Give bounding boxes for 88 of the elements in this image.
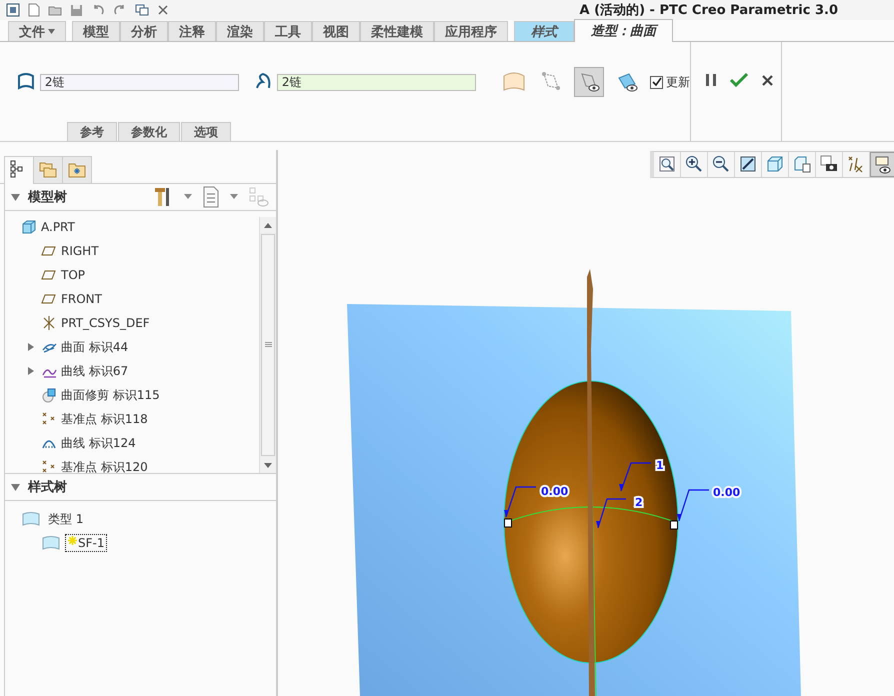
save-icon[interactable] <box>70 4 83 16</box>
windows-icon[interactable] <box>135 4 149 16</box>
annotation-display-icon <box>874 155 894 175</box>
dropdown-caret-icon[interactable] <box>230 194 238 200</box>
close-icon <box>761 74 774 86</box>
close-icon[interactable] <box>157 4 169 16</box>
ribbon-tab[interactable]: 视图 <box>312 21 360 41</box>
expand-arrow-icon[interactable] <box>27 367 35 375</box>
tree-item[interactable]: PRT_CSYS_DEF <box>61 316 150 330</box>
dropdown-caret-icon[interactable] <box>184 194 192 200</box>
tree-item[interactable]: 曲面修剪 标识115 <box>61 386 160 404</box>
file-menu[interactable]: 文件 <box>8 21 66 41</box>
asterisk-icon <box>68 536 77 545</box>
ribbon-tab[interactable]: 造型：曲面 <box>574 19 673 42</box>
cross-chain-field[interactable]: 2链 <box>276 74 476 90</box>
app-icon[interactable] <box>6 3 20 17</box>
tree-item[interactable]: 基准点 标识118 <box>61 410 148 428</box>
primary-chain-field[interactable]: 2链 <box>40 74 240 90</box>
ribbon-tab[interactable]: 注释 <box>168 21 216 41</box>
leader-line <box>504 486 536 518</box>
drag-handle[interactable] <box>504 518 512 528</box>
dimension-label: 2 <box>635 496 643 509</box>
collapse-arrow-icon[interactable] <box>11 193 20 201</box>
drag-handle[interactable] <box>670 520 678 530</box>
leader-line <box>677 489 709 522</box>
scroll-down-button[interactable] <box>260 457 276 473</box>
preview-button[interactable] <box>574 67 604 97</box>
tree-item[interactable]: 类型 1 <box>45 508 86 530</box>
new-file-icon[interactable] <box>28 3 40 17</box>
panel-tab[interactable]: 参数化 <box>118 122 180 141</box>
scrollbar-thumb[interactable] <box>261 234 275 456</box>
surface-edge-strip[interactable] <box>587 269 595 696</box>
open-folder-icon[interactable] <box>48 4 62 16</box>
zoom-in-icon <box>684 154 704 174</box>
trim-surface-icon <box>41 387 57 403</box>
ellipsoid-surface-drawing[interactable] <box>504 380 678 696</box>
style-surface-icon <box>41 535 61 551</box>
cube-icon <box>765 154 785 174</box>
tree-item[interactable]: 曲面 标识44 <box>61 338 128 356</box>
dimension-label: 0.00 <box>541 485 568 498</box>
up-arrow-icon <box>264 222 272 228</box>
ribbon-tab[interactable]: 模型 <box>72 21 120 41</box>
tree-item[interactable]: FRONT <box>61 292 102 306</box>
scroll-up-button[interactable] <box>260 217 276 233</box>
tree-item[interactable]: 基准点 标识120 <box>61 458 148 473</box>
tree-item[interactable]: 曲线 标识67 <box>61 362 128 380</box>
tree-item[interactable]: RIGHT <box>61 244 99 258</box>
leader-line <box>619 462 651 492</box>
update-checkbox[interactable]: 更新 <box>650 74 690 90</box>
checkmark-icon <box>650 76 662 88</box>
datum-point-icon <box>41 411 57 427</box>
ribbon-tab[interactable]: 应用程序 <box>434 21 508 41</box>
refit-icon <box>657 154 677 174</box>
navigator-tab[interactable] <box>4 156 34 184</box>
down-arrow-icon <box>264 462 272 468</box>
redo-icon[interactable] <box>113 4 127 16</box>
leader-line <box>596 498 626 528</box>
tree-item[interactable]: A.PRT <box>41 220 75 234</box>
cube-icon <box>21 219 37 235</box>
camera-icon <box>819 154 839 174</box>
expand-arrow-icon[interactable] <box>27 343 35 351</box>
collapse-arrow-icon[interactable] <box>11 483 20 491</box>
zoom-out-icon <box>711 154 731 174</box>
ribbon-tab[interactable]: 分析 <box>120 21 168 41</box>
ribbon-tab[interactable]: 工具 <box>264 21 312 41</box>
panel-title: 模型树 <box>28 189 67 206</box>
annotation-display-button[interactable] <box>870 152 894 177</box>
dimension-label: 0.00 <box>713 486 740 499</box>
caret-icon <box>48 29 55 34</box>
pause-icon <box>705 73 717 87</box>
ribbon-tab[interactable]: 柔性建模 <box>360 21 434 41</box>
datum-point-icon <box>41 459 57 473</box>
style-surface-icon <box>21 511 41 527</box>
panel-title: 样式树 <box>28 479 67 496</box>
tree-item[interactable]: SF-1 <box>65 534 108 552</box>
dimension-label: 1 <box>656 459 664 472</box>
ribbon-tab[interactable]: 样式 <box>514 21 574 41</box>
panel-tab[interactable]: 参考 <box>67 122 117 141</box>
list-settings-icon[interactable] <box>202 186 220 208</box>
tree-item[interactable]: TOP <box>61 268 86 282</box>
panel-tab[interactable]: 选项 <box>181 122 231 141</box>
cube-list-icon <box>792 154 812 174</box>
coordinate-system-icon <box>41 315 57 331</box>
ribbon-tab[interactable]: 渲染 <box>216 21 264 41</box>
window-title: A (活动的) - PTC Creo Parametric 3.0 <box>580 2 838 19</box>
tree-item[interactable]: 曲线 标识124 <box>61 434 136 452</box>
checkmark-icon <box>729 72 749 88</box>
reorient-icon <box>738 154 758 174</box>
